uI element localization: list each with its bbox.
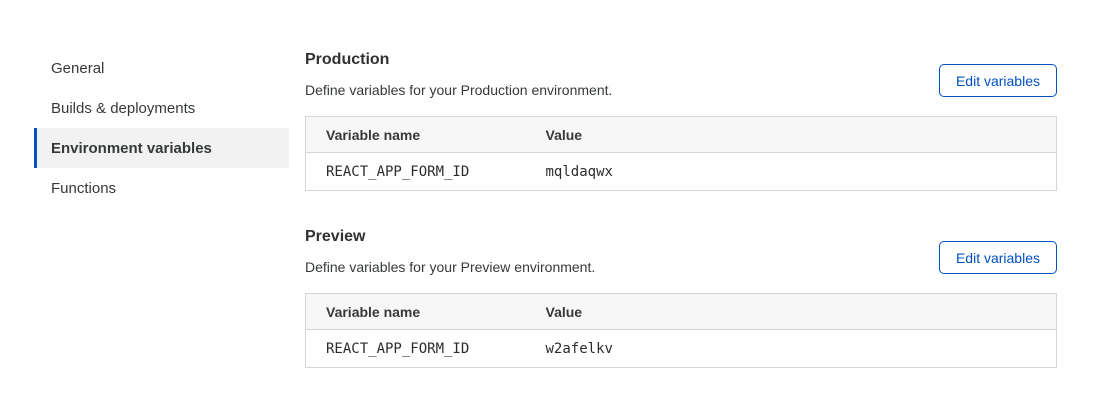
table-header-row: Variable name Value [306,117,1057,153]
edit-variables-button-production[interactable]: Edit variables [939,64,1057,97]
sidebar-item-label: Builds & deployments [51,101,195,116]
sidebar-item-builds-deployments[interactable]: Builds & deployments [34,88,289,128]
preview-section: Preview Define variables for your Previe… [305,227,1057,368]
column-header-value: Value [526,117,1057,153]
table-header-row: Variable name Value [306,294,1057,330]
sidebar-item-functions[interactable]: Functions [34,168,289,208]
sidebar-item-environment-variables[interactable]: Environment variables [34,128,289,168]
variable-value-cell: mqldaqwx [526,153,1057,191]
variable-name-cell: REACT_APP_FORM_ID [306,330,526,368]
production-section: Production Define variables for your Pro… [305,50,1057,191]
table-row: REACT_APP_FORM_ID w2afelkv [306,330,1057,368]
settings-sidebar: General Builds & deployments Environment… [34,48,289,208]
table-row: REACT_APP_FORM_ID mqldaqwx [306,153,1057,191]
sidebar-item-label: Environment variables [51,141,212,156]
edit-variables-button-preview[interactable]: Edit variables [939,241,1057,274]
production-variables-table: Variable name Value REACT_APP_FORM_ID mq… [305,116,1057,191]
column-header-value: Value [526,294,1057,330]
environment-variables-panel: Production Define variables for your Pro… [305,0,1057,368]
sidebar-item-label: Functions [51,181,116,196]
variable-name-cell: REACT_APP_FORM_ID [306,153,526,191]
column-header-variable-name: Variable name [306,117,526,153]
preview-variables-table: Variable name Value REACT_APP_FORM_ID w2… [305,293,1057,368]
variable-value-cell: w2afelkv [526,330,1057,368]
sidebar-item-label: General [51,61,104,76]
sidebar-item-general[interactable]: General [34,48,289,88]
column-header-variable-name: Variable name [306,294,526,330]
